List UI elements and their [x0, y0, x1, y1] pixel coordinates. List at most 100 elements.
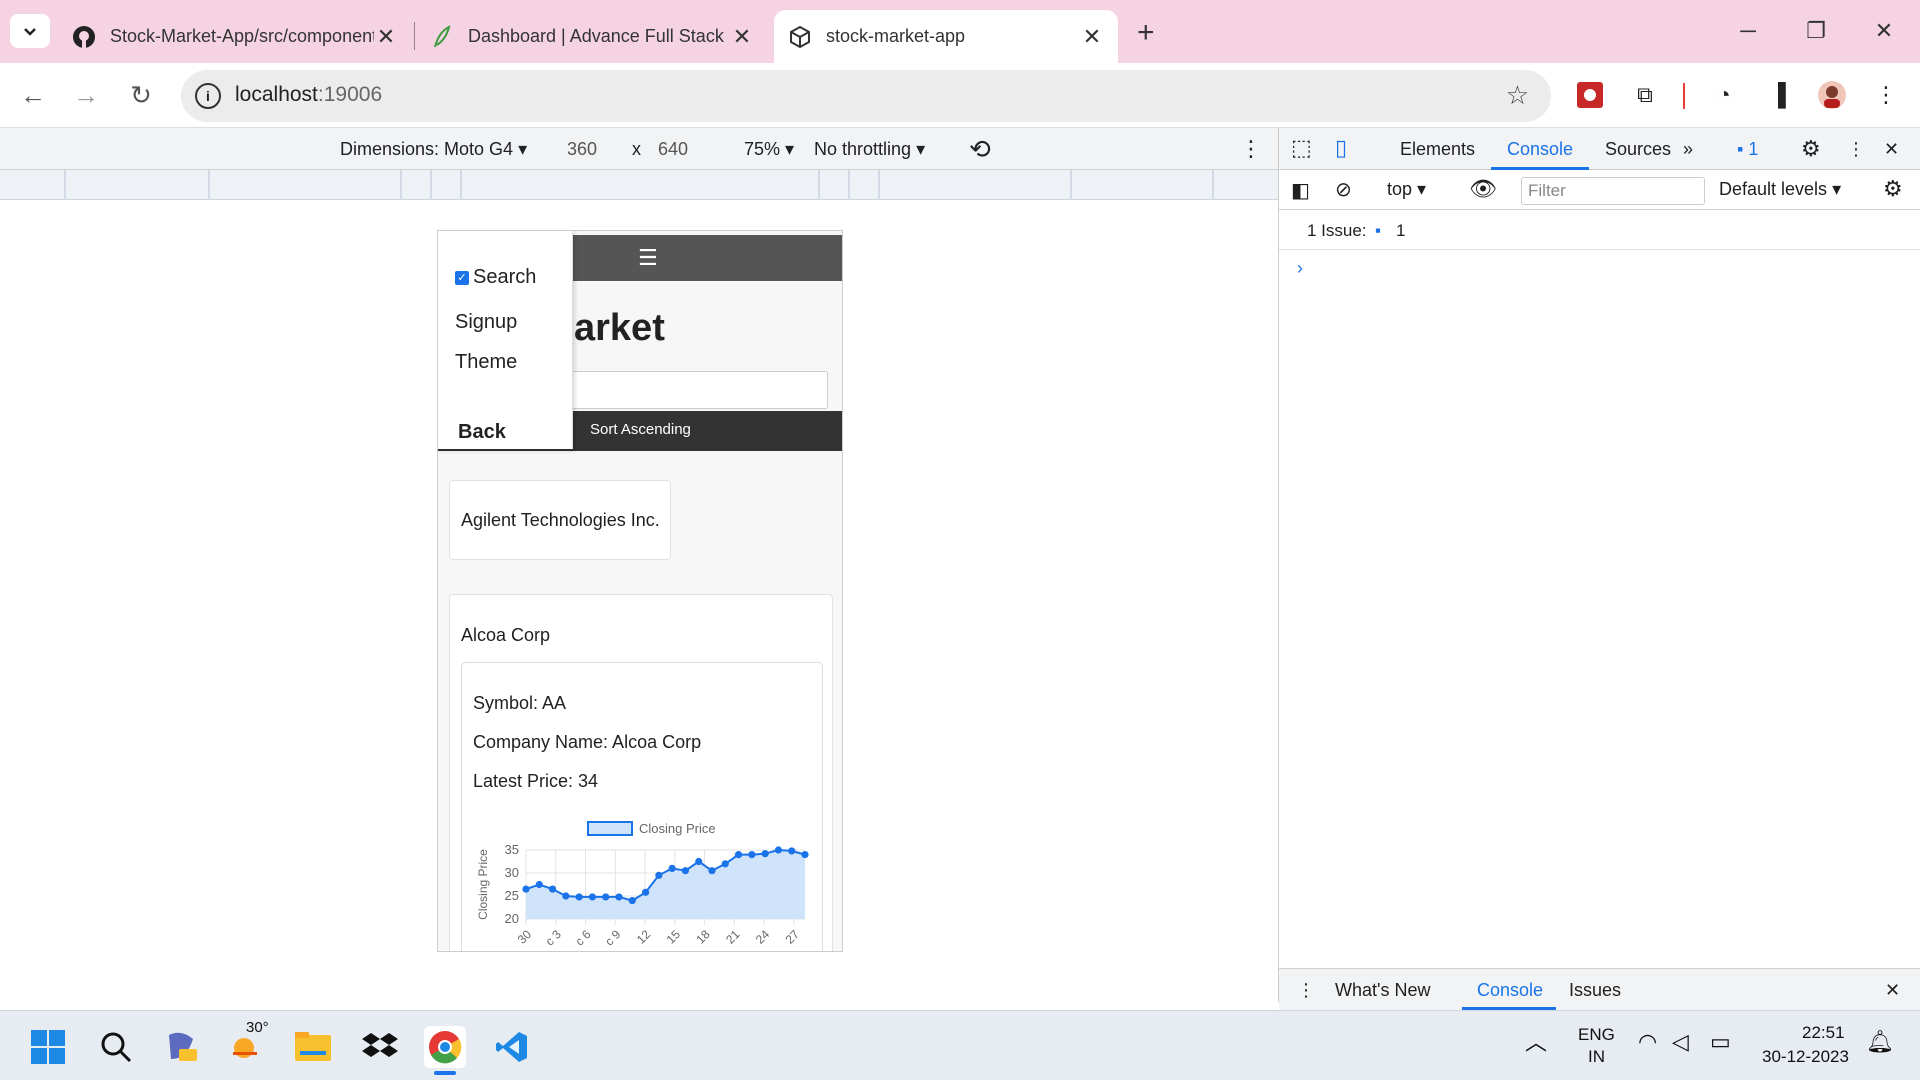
- drawer-more-icon[interactable]: ⋮: [1297, 980, 1315, 1001]
- active-app-indicator: [434, 1071, 456, 1075]
- sort-ascending-button[interactable]: Sort Ascending: [590, 421, 691, 438]
- devtools-drawer-tabs: ⋮ What's New Console Issues ✕: [1279, 968, 1920, 1010]
- data-point: [641, 888, 650, 896]
- issues-summary[interactable]: 1 Issue: ▪ 1: [1279, 210, 1920, 250]
- windows-start-icon[interactable]: [27, 1026, 69, 1068]
- console-settings-gear-icon[interactable]: ⚙: [1883, 176, 1903, 202]
- performance-icon[interactable]: ◔: [1706, 77, 1742, 113]
- new-tab-icon[interactable]: +: [1137, 16, 1155, 50]
- device-width-input[interactable]: 360: [567, 139, 597, 160]
- data-point: [695, 857, 703, 866]
- stock-card-expanded[interactable]: Alcoa Corp Symbol: AA Company Name: Alco…: [449, 594, 833, 951]
- context-selector[interactable]: top ▾: [1387, 179, 1426, 200]
- throttling-dropdown[interactable]: No throttling ▾: [814, 139, 925, 160]
- zoom-dropdown[interactable]: 75% ▾: [744, 139, 794, 160]
- extension-red-icon[interactable]: [1572, 77, 1608, 113]
- forward-arrow-icon[interactable]: →: [68, 77, 104, 113]
- checkbox-checked-icon[interactable]: ✓: [455, 270, 469, 285]
- devtools-more-icon[interactable]: ⋮: [1847, 139, 1865, 160]
- inspect-element-icon[interactable]: ⬚: [1291, 135, 1312, 161]
- stock-card[interactable]: Agilent Technologies Inc.: [449, 480, 671, 560]
- console-prompt[interactable]: ›: [1297, 258, 1303, 279]
- console-filter-input[interactable]: Filter: [1521, 177, 1705, 205]
- battery-icon[interactable]: ▭: [1710, 1029, 1731, 1055]
- settings-gear-icon[interactable]: ⚙: [1801, 136, 1821, 162]
- show-hidden-icons-icon[interactable]: ︿: [1525, 1025, 1547, 1057]
- browser-tab-dashboard[interactable]: Dashboard | Advance Full Stack ✕: [416, 10, 768, 63]
- latest-price-line: Latest Price: 34: [473, 771, 599, 791]
- restore-icon[interactable]: ❐: [1788, 14, 1844, 48]
- rotate-icon[interactable]: ⟲: [969, 134, 991, 165]
- company-name: Agilent Technologies Inc.: [461, 510, 660, 530]
- close-window-icon[interactable]: ✕: [1856, 14, 1912, 48]
- search-input[interactable]: [568, 371, 828, 409]
- data-point: [522, 885, 530, 893]
- data-point: [628, 897, 636, 905]
- notifications-bell-icon[interactable]: 🔔︎: [1866, 1029, 1894, 1055]
- x-tick-label: 27: [783, 927, 803, 947]
- more-menu-icon[interactable]: ⋮: [1868, 77, 1904, 113]
- data-point: [588, 893, 597, 901]
- search-icon[interactable]: [95, 1026, 137, 1068]
- data-point: [788, 847, 796, 855]
- browser-tab-active[interactable]: stock-market-app ✕: [774, 10, 1118, 63]
- tab-console[interactable]: Console: [1507, 139, 1573, 160]
- language-bottom[interactable]: IN: [1588, 1047, 1605, 1067]
- extensions-puzzle-icon[interactable]: ⧉: [1627, 77, 1663, 113]
- tab-elements[interactable]: Elements: [1400, 139, 1475, 160]
- media-query-ruler: [0, 170, 1278, 200]
- y-tick-label: 25: [505, 888, 519, 903]
- side-panel-icon[interactable]: ▐: [1760, 77, 1796, 113]
- profile-avatar[interactable]: [1814, 77, 1850, 113]
- log-levels-dropdown[interactable]: Default levels ▾: [1719, 179, 1841, 200]
- vscode-icon[interactable]: [491, 1026, 533, 1068]
- data-point: [548, 885, 557, 893]
- drawer-tab-whats-new[interactable]: What's New: [1335, 980, 1430, 1001]
- close-tab-icon[interactable]: ✕: [730, 24, 754, 50]
- drawer-back-button[interactable]: Back: [458, 421, 506, 444]
- x-tick-label: c 9: [602, 927, 623, 948]
- volume-icon[interactable]: ◁: [1672, 1029, 1689, 1055]
- sidebar-toggle-icon[interactable]: ◧: [1291, 178, 1310, 203]
- close-tab-icon[interactable]: ✕: [1080, 24, 1104, 50]
- device-more-icon[interactable]: ⋮: [1240, 136, 1262, 162]
- close-drawer-icon[interactable]: ✕: [1885, 980, 1900, 1001]
- issues-badge[interactable]: ▪ 1: [1737, 139, 1758, 160]
- bookmark-star-icon[interactable]: ☆: [1506, 80, 1529, 111]
- live-expression-eye-icon[interactable]: 👁: [1469, 176, 1497, 202]
- copilot-icon[interactable]: [160, 1026, 202, 1068]
- device-height-input[interactable]: 640: [658, 139, 688, 160]
- browser-tab-github[interactable]: Stock-Market-App/src/components ✕: [58, 10, 412, 63]
- page-title: arket: [574, 307, 665, 349]
- hamburger-menu-icon[interactable]: ☰: [638, 245, 658, 271]
- feather-icon: [430, 24, 454, 49]
- file-explorer-icon[interactable]: [292, 1026, 334, 1068]
- drawer-tab-issues[interactable]: Issues: [1569, 980, 1621, 1001]
- site-info-icon[interactable]: i: [195, 83, 221, 109]
- tab-search-button[interactable]: [10, 14, 50, 48]
- language-top[interactable]: ENG: [1578, 1025, 1615, 1045]
- device-dimensions-dropdown[interactable]: Dimensions: Moto G4 ▾: [340, 139, 527, 160]
- drawer-tab-console[interactable]: Console: [1477, 980, 1543, 1001]
- toolbar-divider: [1683, 83, 1685, 109]
- reload-icon[interactable]: ↻: [123, 77, 159, 113]
- close-tab-icon[interactable]: ✕: [374, 24, 398, 50]
- minimize-icon[interactable]: ─: [1720, 14, 1776, 48]
- device-toggle-icon[interactable]: ▯: [1335, 135, 1347, 161]
- github-icon: [72, 25, 96, 49]
- close-devtools-icon[interactable]: ✕: [1884, 139, 1899, 160]
- tab-sources[interactable]: Sources: [1605, 139, 1671, 160]
- clock-date[interactable]: 30-12-2023: [1762, 1047, 1849, 1067]
- browser-toolbar: ← → ↻ i localhost:19006 ☆ ⧉ ◔ ▐ ⋮: [0, 63, 1920, 128]
- wifi-icon[interactable]: ◠: [1638, 1029, 1657, 1055]
- more-tabs-icon[interactable]: »: [1683, 139, 1693, 160]
- back-arrow-icon[interactable]: ←: [15, 77, 51, 113]
- clock-time[interactable]: 22:51: [1802, 1023, 1845, 1043]
- drawer-item-search[interactable]: ✓ Search: [455, 266, 536, 289]
- address-bar[interactable]: i localhost:19006 ☆: [181, 70, 1551, 122]
- clear-console-icon[interactable]: ⊘: [1335, 177, 1352, 202]
- drawer-item-signup[interactable]: Signup: [455, 311, 517, 334]
- drawer-item-theme[interactable]: Theme: [455, 351, 517, 374]
- chrome-icon[interactable]: [424, 1026, 466, 1068]
- dropbox-icon[interactable]: [359, 1026, 401, 1068]
